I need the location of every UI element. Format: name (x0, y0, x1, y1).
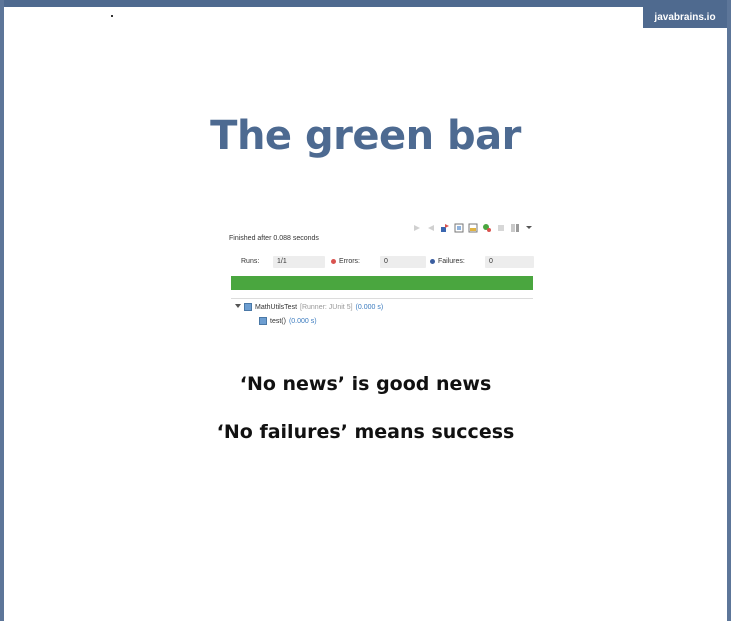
window-right-border (727, 0, 731, 621)
progress-bar-fill (231, 276, 533, 290)
errors-group: Errors: (331, 255, 360, 269)
tree-root-runner: [Runner: JUnit 5] (300, 303, 353, 311)
tree-row-child[interactable]: test() (0.000 s) (259, 317, 317, 325)
progress-bar (231, 276, 533, 290)
finished-status: Finished after 0.088 seconds (229, 235, 319, 242)
panel-divider (231, 298, 533, 299)
test-method-icon (259, 317, 267, 325)
tree-root-time: (0.000 s) (355, 303, 384, 311)
failures-value: 0 (489, 258, 493, 265)
runs-label: Runs: (241, 258, 260, 265)
dust-speck (111, 15, 113, 17)
error-icon (331, 258, 336, 264)
stop-icon[interactable] (496, 218, 506, 231)
window-left-border (0, 0, 4, 621)
history-icon[interactable] (454, 218, 464, 233)
slide-title: The green bar (210, 113, 521, 159)
runs-value: 1/1 (277, 258, 287, 265)
tree-child-time: (0.000 s) (288, 317, 317, 325)
prev-failure-icon[interactable] (426, 218, 436, 231)
stats-row: Runs: 1/1 Errors: 0 Failures: 0 (229, 255, 534, 269)
rerun-icon[interactable] (440, 218, 450, 232)
tree-root-name: MathUtilsTest (255, 303, 298, 311)
layout-icon[interactable] (510, 218, 520, 232)
test-class-icon (244, 303, 252, 311)
junit-toolbar (412, 216, 534, 233)
failures-label: Failures: (438, 258, 465, 265)
errors-label: Errors: (339, 258, 360, 265)
lock-icon[interactable] (468, 218, 478, 233)
window-top-border (0, 0, 731, 7)
tree-child-name: test() (270, 317, 286, 325)
expand-arrow-icon[interactable] (235, 303, 241, 311)
caption-success: ‘No failures’ means success (216, 421, 515, 443)
failure-icon (430, 258, 435, 264)
menu-chevron-icon[interactable] (524, 218, 534, 229)
filter-icon[interactable] (482, 218, 492, 232)
brand-badge[interactable]: javabrains.io (643, 7, 727, 28)
errors-value: 0 (384, 258, 388, 265)
junit-panel: Finished after 0.088 seconds Runs: 1/1 E… (229, 214, 534, 334)
tree-row-root[interactable]: MathUtilsTest [Runner: JUnit 5] (0.000 s… (235, 303, 383, 311)
next-failure-icon[interactable] (412, 218, 422, 231)
failures-group: Failures: (430, 255, 465, 269)
caption-good-news: ‘No news’ is good news (239, 373, 492, 395)
